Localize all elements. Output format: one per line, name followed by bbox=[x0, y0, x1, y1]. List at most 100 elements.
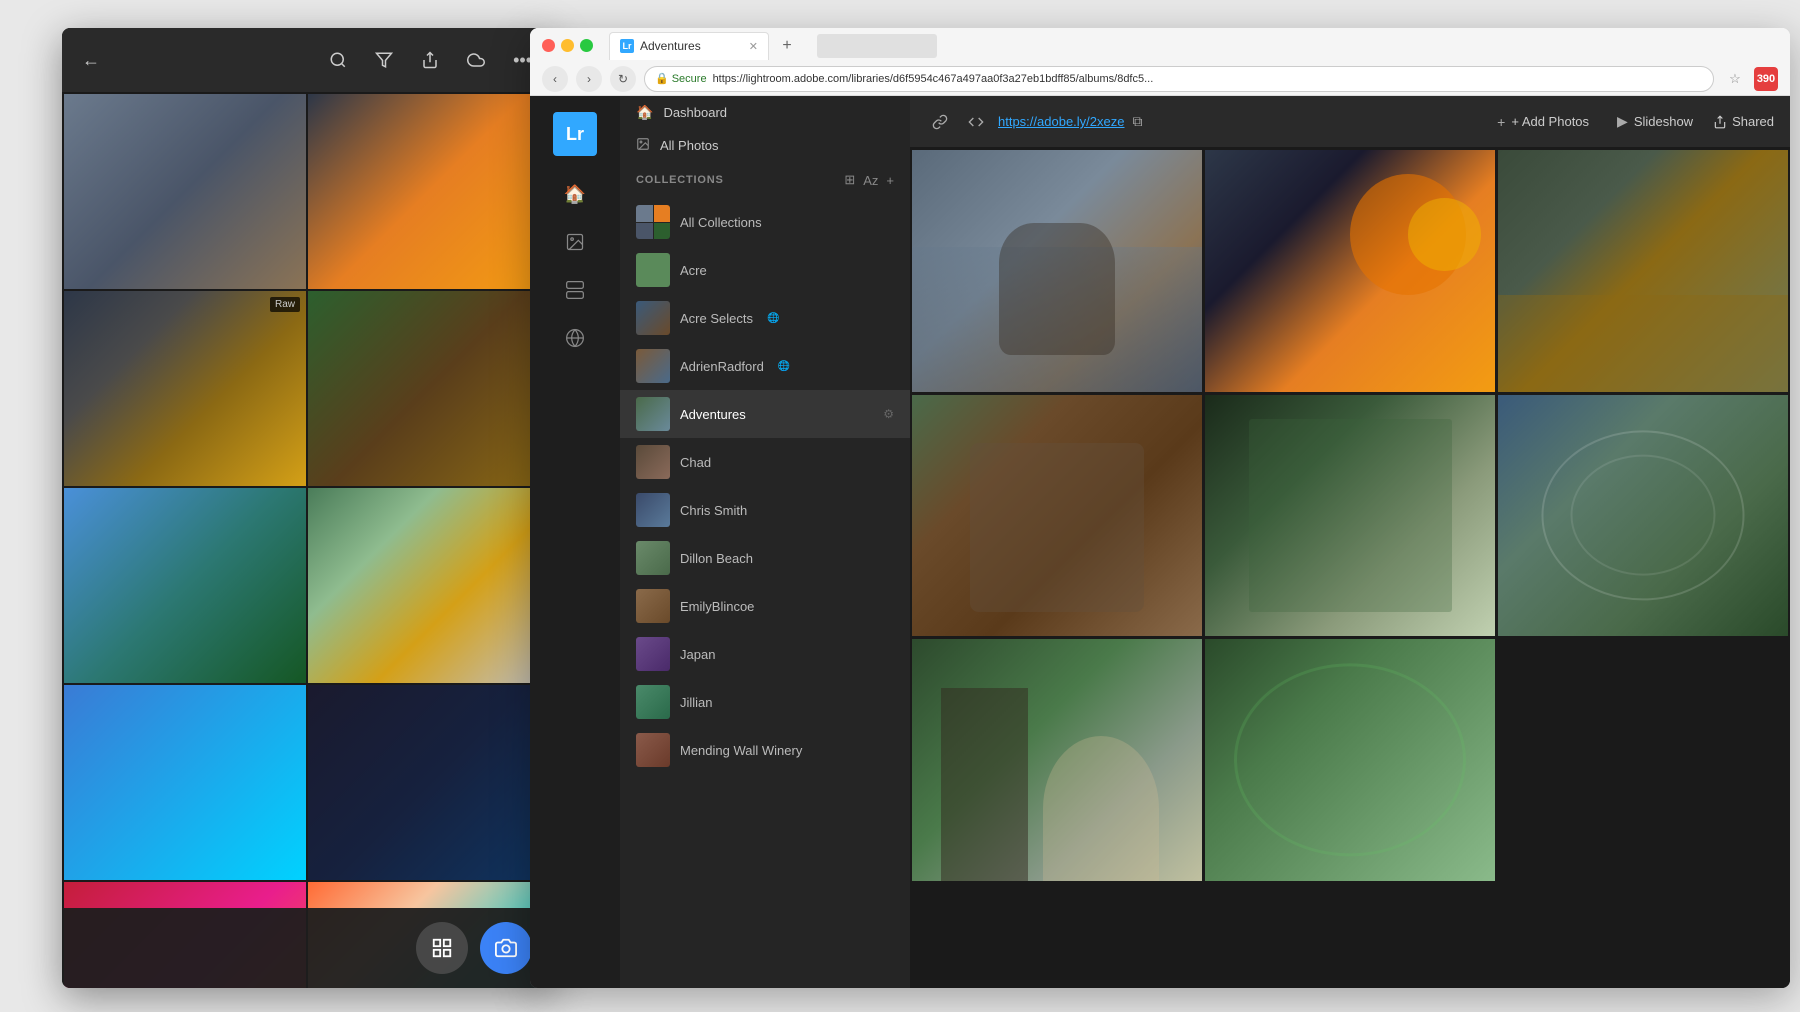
mobile-share-button[interactable] bbox=[421, 51, 439, 69]
lr-toolbar: https://adobe.ly/2xeze ⧉ + + Add Photos … bbox=[910, 96, 1790, 148]
collection-item-acre-selects[interactable]: Acre Selects 🌐 bbox=[620, 294, 910, 342]
all-collections-thumb bbox=[636, 205, 670, 239]
browser-back-button[interactable]: ‹ bbox=[542, 66, 568, 92]
all-photos-label: All Photos bbox=[660, 138, 719, 153]
traffic-lights bbox=[542, 39, 593, 52]
collection-item-jillian[interactable]: Jillian bbox=[620, 678, 910, 726]
acre-thumb bbox=[636, 253, 670, 287]
collection-item-japan[interactable]: Japan bbox=[620, 630, 910, 678]
dashboard-nav-item[interactable]: 🏠 Dashboard bbox=[620, 96, 910, 129]
list-item[interactable] bbox=[308, 488, 550, 683]
photo-grid bbox=[910, 148, 1790, 988]
maximize-window-button[interactable] bbox=[580, 39, 593, 52]
collections-add-btn[interactable]: + bbox=[886, 173, 894, 188]
shared-button[interactable]: Shared bbox=[1713, 114, 1774, 129]
tab-close-button[interactable]: ✕ bbox=[749, 40, 758, 53]
grid-photo-3[interactable] bbox=[1498, 150, 1788, 392]
browser-window: Lr Adventures ✕ + ‹ › ↻ 🔒 Secure https:/… bbox=[530, 28, 1790, 988]
share-url-link[interactable]: https://adobe.ly/2xeze bbox=[998, 114, 1124, 129]
list-item[interactable] bbox=[64, 488, 306, 683]
sidebar-item-photos[interactable] bbox=[553, 220, 597, 264]
collections-sort-btn[interactable]: Az bbox=[863, 173, 878, 188]
browser-tab-adventures[interactable]: Lr Adventures ✕ bbox=[609, 32, 769, 60]
collection-acre-selects-label: Acre Selects bbox=[680, 311, 753, 326]
mobile-bottom-bar bbox=[62, 908, 552, 988]
mobile-panel: ← ••• bbox=[62, 28, 552, 988]
emily-thumb bbox=[636, 589, 670, 623]
collection-chad-label: Chad bbox=[680, 455, 711, 470]
link-icon-button[interactable] bbox=[926, 108, 954, 136]
mobile-toolbar: ← ••• bbox=[62, 28, 552, 92]
grid-photo-8[interactable] bbox=[1205, 639, 1495, 881]
collection-item-dillon[interactable]: Dillon Beach bbox=[620, 534, 910, 582]
list-item[interactable] bbox=[308, 685, 550, 880]
collection-chris-smith-label: Chris Smith bbox=[680, 503, 747, 518]
collection-item-chad[interactable]: Chad bbox=[620, 438, 910, 486]
collection-item-all[interactable]: All Collections bbox=[620, 198, 910, 246]
embed-icon-button[interactable] bbox=[962, 108, 990, 136]
collections-list: All Collections Acre Acre Selects 🌐 bbox=[620, 194, 910, 988]
add-photos-button[interactable]: + + Add Photos bbox=[1489, 110, 1597, 134]
collections-section-header: COLLECTIONS ⊞ Az + bbox=[620, 162, 910, 194]
tab-title: Adventures bbox=[640, 39, 701, 53]
grid-photo-5[interactable] bbox=[1205, 395, 1495, 637]
grid-photo-2[interactable] bbox=[1205, 150, 1495, 392]
list-item[interactable]: Raw bbox=[64, 291, 306, 486]
add-photos-label: + Add Photos bbox=[1511, 114, 1589, 129]
browser-chrome: Lr Adventures ✕ + ‹ › ↻ 🔒 Secure https:/… bbox=[530, 28, 1790, 96]
browser-refresh-button[interactable]: ↻ bbox=[610, 66, 636, 92]
sidebar-item-home[interactable]: 🏠 bbox=[553, 172, 597, 216]
grid-photo-7[interactable] bbox=[912, 639, 1202, 881]
sidebar-item-globe[interactable] bbox=[553, 316, 597, 360]
acre-selects-thumb bbox=[636, 301, 670, 335]
collections-grid-btn[interactable]: ⊞ bbox=[844, 172, 855, 188]
mobile-search-button[interactable] bbox=[329, 51, 347, 69]
mobile-back-button[interactable]: ← bbox=[82, 50, 100, 71]
lightroom-app: Lr 🏠 bbox=[530, 96, 1790, 988]
mobile-camera-button[interactable] bbox=[480, 922, 532, 974]
slideshow-button[interactable]: ▶ Slideshow bbox=[1609, 109, 1701, 134]
address-bar[interactable]: 🔒 Secure https://lightroom.adobe.com/lib… bbox=[644, 66, 1714, 92]
copy-url-button[interactable]: ⧉ bbox=[1132, 113, 1142, 130]
collection-japan-label: Japan bbox=[680, 647, 715, 662]
dashboard-icon: 🏠 bbox=[636, 104, 653, 121]
grid-photo-4[interactable] bbox=[912, 395, 1202, 637]
mending-thumb bbox=[636, 733, 670, 767]
close-window-button[interactable] bbox=[542, 39, 555, 52]
tab-bar: Lr Adventures ✕ + bbox=[609, 32, 801, 60]
collection-mending-label: Mending Wall Winery bbox=[680, 743, 802, 758]
all-photos-nav-item[interactable]: All Photos bbox=[620, 129, 910, 162]
new-tab-button[interactable]: + bbox=[773, 32, 801, 60]
grid-photo-1[interactable] bbox=[912, 150, 1202, 392]
sidebar-item-storage[interactable] bbox=[553, 268, 597, 312]
jillian-thumb bbox=[636, 685, 670, 719]
raw-badge: Raw bbox=[270, 297, 300, 312]
dillon-thumb bbox=[636, 541, 670, 575]
collection-item-adrien[interactable]: AdrienRadford 🌐 bbox=[620, 342, 910, 390]
browser-ext-1[interactable]: 390 bbox=[1754, 67, 1778, 91]
list-item[interactable] bbox=[308, 291, 550, 486]
collection-item-acre[interactable]: Acre bbox=[620, 246, 910, 294]
bookmark-button[interactable]: ☆ bbox=[1722, 66, 1748, 92]
collection-item-chris-smith[interactable]: Chris Smith bbox=[620, 486, 910, 534]
minimize-window-button[interactable] bbox=[561, 39, 574, 52]
collection-all-label: All Collections bbox=[680, 215, 762, 230]
mobile-filter-button[interactable] bbox=[375, 51, 393, 69]
browser-forward-button[interactable]: › bbox=[576, 66, 602, 92]
list-item[interactable] bbox=[64, 94, 306, 289]
collection-settings-icon[interactable]: ⚙ bbox=[883, 407, 894, 421]
mobile-cloud-button[interactable] bbox=[467, 51, 485, 69]
adrien-thumb bbox=[636, 349, 670, 383]
grid-photo-6[interactable] bbox=[1498, 395, 1788, 637]
list-item[interactable] bbox=[64, 685, 306, 880]
collection-acre-label: Acre bbox=[680, 263, 707, 278]
lr-logo: Lr bbox=[553, 112, 597, 156]
mobile-gallery-button[interactable] bbox=[416, 922, 468, 974]
collection-item-mending[interactable]: Mending Wall Winery bbox=[620, 726, 910, 774]
collection-item-emily[interactable]: EmilyBlincoe bbox=[620, 582, 910, 630]
collection-item-adventures[interactable]: Adventures ⚙ bbox=[620, 390, 910, 438]
secure-badge: 🔒 Secure bbox=[655, 72, 707, 85]
list-item[interactable] bbox=[308, 94, 550, 289]
collection-adrien-label: AdrienRadford bbox=[680, 359, 764, 374]
dashboard-label: Dashboard bbox=[663, 105, 727, 120]
